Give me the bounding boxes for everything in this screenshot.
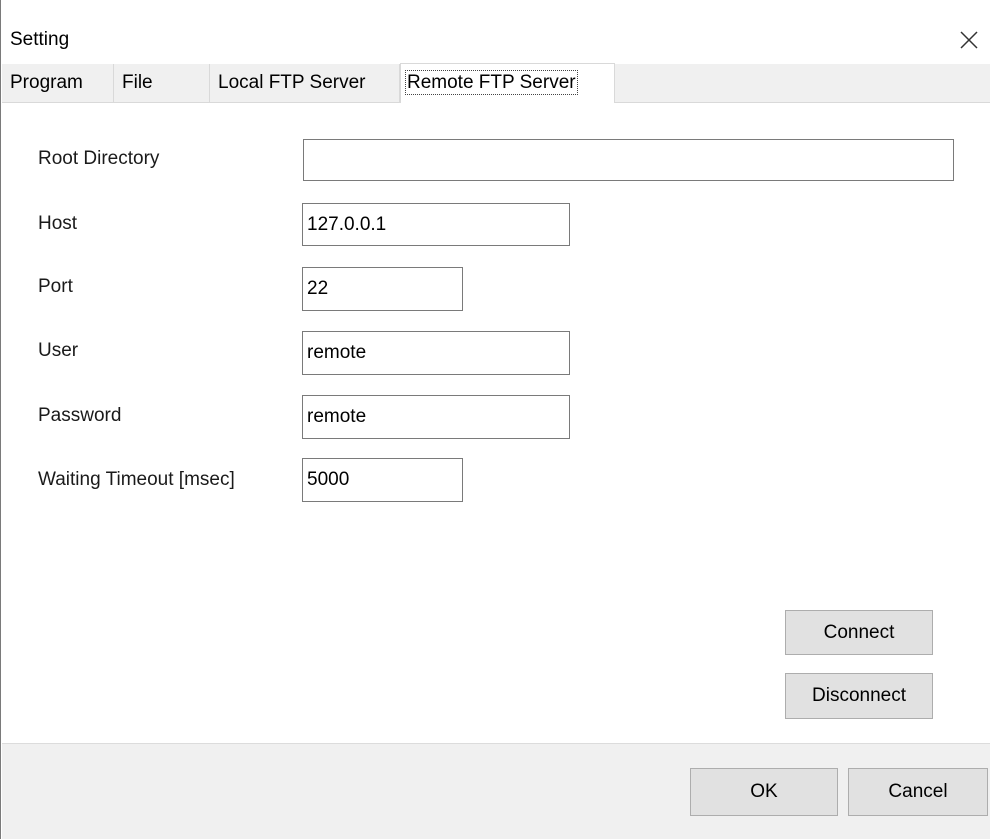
settings-dialog: Setting Program File Local FTP Server Re… bbox=[0, 0, 990, 839]
tab-label: File bbox=[122, 72, 153, 93]
password-label: Password bbox=[38, 405, 122, 426]
root-directory-label: Root Directory bbox=[38, 148, 160, 169]
remote-ftp-settings-panel: Root Directory Host Port User Password W… bbox=[2, 103, 990, 743]
tab-bar: Program File Local FTP Server Remote FTP… bbox=[2, 63, 990, 103]
user-input[interactable] bbox=[302, 331, 570, 375]
host-input[interactable] bbox=[302, 203, 570, 246]
ok-button[interactable]: OK bbox=[690, 768, 838, 816]
port-input[interactable] bbox=[302, 267, 463, 311]
password-input[interactable] bbox=[302, 395, 570, 439]
port-label: Port bbox=[38, 276, 73, 297]
close-button[interactable] bbox=[953, 24, 985, 56]
timeout-input[interactable] bbox=[302, 458, 463, 502]
connect-button[interactable]: Connect bbox=[785, 610, 933, 655]
tab-local-ftp-server[interactable]: Local FTP Server bbox=[210, 64, 400, 102]
root-directory-input[interactable] bbox=[303, 139, 954, 181]
disconnect-button[interactable]: Disconnect bbox=[785, 673, 933, 719]
user-label: User bbox=[38, 340, 79, 361]
close-icon bbox=[960, 31, 978, 49]
cancel-button[interactable]: Cancel bbox=[848, 768, 988, 816]
timeout-label: Waiting Timeout [msec] bbox=[38, 469, 235, 490]
tab-program[interactable]: Program bbox=[2, 64, 114, 102]
host-label: Host bbox=[38, 213, 78, 234]
dialog-footer: OK Cancel bbox=[2, 743, 990, 839]
tab-label: Local FTP Server bbox=[218, 72, 366, 93]
title-bar: Setting bbox=[1, 22, 990, 58]
tab-remote-ftp-server[interactable]: Remote FTP Server bbox=[400, 63, 615, 103]
tab-label: Remote FTP Server bbox=[405, 70, 578, 95]
window-title: Setting bbox=[10, 29, 70, 50]
tab-label: Program bbox=[10, 72, 83, 93]
tab-file[interactable]: File bbox=[114, 64, 210, 102]
